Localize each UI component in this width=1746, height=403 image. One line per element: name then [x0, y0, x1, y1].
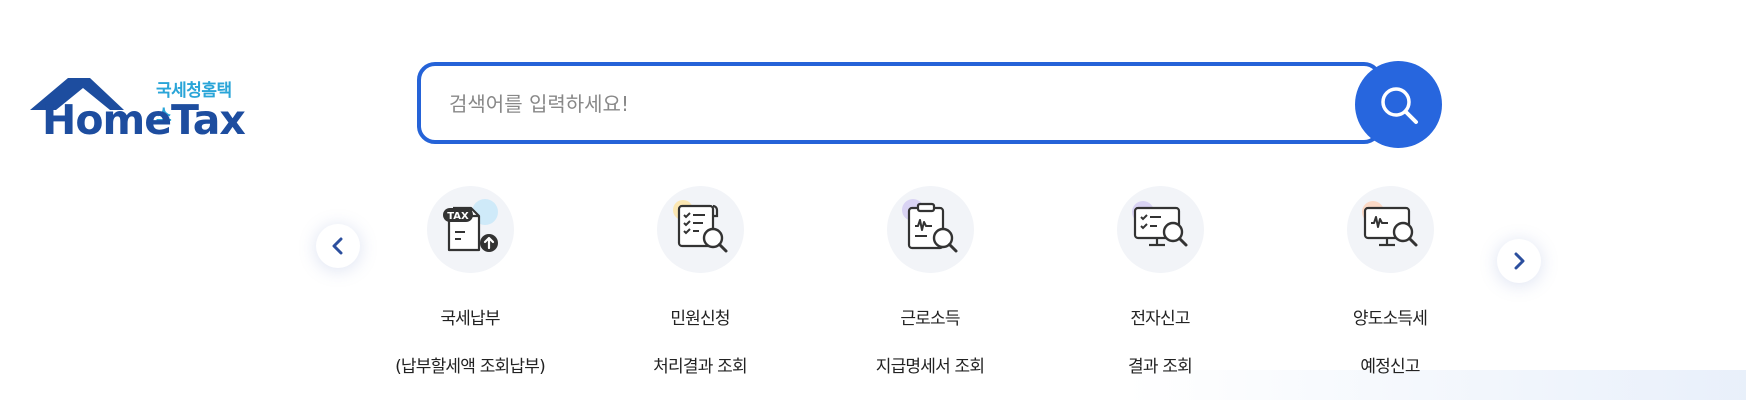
quick-item-tax-payment[interactable]: TAX 국세납부 (납부할세액 조회납부): [370, 186, 570, 403]
quick-item-label: 전자신고 결과 조회: [1128, 309, 1193, 377]
monitor-won-icon: [1346, 186, 1434, 273]
quick-item-label: 양도소득세 예정신고: [1352, 309, 1428, 377]
quick-item-capital-gains[interactable]: 양도소득세 예정신고: [1290, 186, 1490, 403]
search-icon: [1380, 86, 1418, 124]
chevron-right-icon: [1514, 252, 1525, 270]
quick-item-earned-income[interactable]: 근로소득 지급명세서 조회: [830, 186, 1030, 403]
document-search-icon: [656, 186, 744, 273]
quick-item-label: 민원신청 처리결과 조회: [653, 309, 747, 377]
carousel-prev-button[interactable]: [316, 224, 360, 268]
tax-badge-text: TAX: [447, 211, 469, 222]
tax-payment-icon: TAX: [426, 186, 514, 273]
monitor-checklist-icon: [1116, 186, 1204, 273]
quick-item-label: 국세납부 (납부할세액 조회납부): [395, 309, 546, 377]
quick-item-label: 근로소득 지급명세서 조회: [875, 309, 985, 377]
search-input[interactable]: [447, 66, 1331, 142]
search-box: [417, 62, 1382, 144]
search-button[interactable]: [1355, 61, 1442, 148]
quick-item-civil-petition[interactable]: 민원신청 처리결과 조회: [600, 186, 800, 403]
quick-item-e-filing[interactable]: 전자신고 결과 조회: [1060, 186, 1260, 403]
chevron-left-icon: [332, 237, 343, 255]
carousel-next-button[interactable]: [1497, 239, 1541, 283]
hometax-logo[interactable]: 국세청홈택스 HomeTax: [28, 70, 246, 146]
clipboard-search-icon: [886, 186, 974, 273]
logo-english-text: HomeTax: [42, 96, 246, 144]
